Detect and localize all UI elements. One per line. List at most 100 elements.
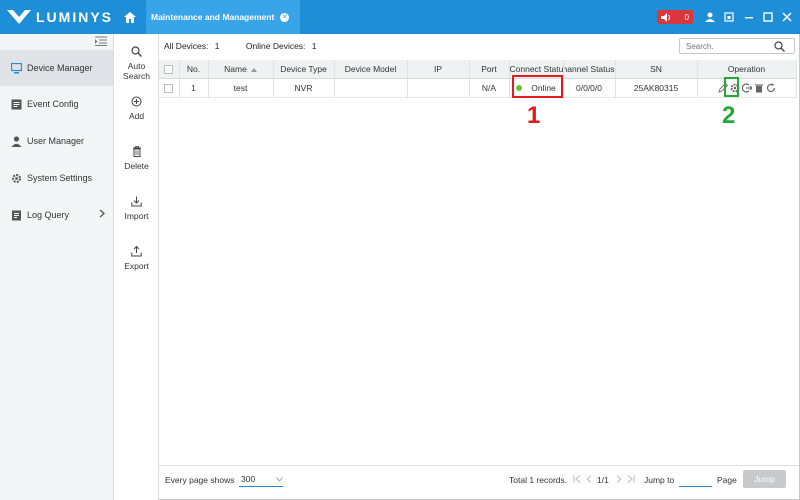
maximize-icon [763, 12, 773, 22]
tab-close-icon[interactable]: ✕ [280, 12, 290, 22]
close-icon [782, 12, 792, 22]
add-button[interactable]: Add [114, 94, 159, 121]
device-counts: All Devices: 1 Online Devices: 1 [164, 41, 321, 51]
collapse-menu-icon[interactable] [95, 36, 107, 46]
event-config-icon [11, 99, 21, 109]
column-header-channel-status: Channel Status [563, 60, 616, 79]
sidebar-item-label: Event Config [27, 99, 79, 109]
select-all-checkbox[interactable] [164, 64, 174, 74]
auto-search-button[interactable]: Auto Search [114, 44, 159, 81]
sidebar-item-event-config[interactable]: Event Config [0, 86, 113, 122]
next-page-button[interactable] [614, 473, 624, 485]
import-icon [131, 196, 142, 206]
tool-label: Export [124, 261, 149, 271]
cell-name: test [208, 78, 274, 98]
chevron-right-icon [616, 475, 622, 483]
tab-maintenance[interactable]: Maintenance and Management ✕ [146, 0, 300, 34]
highlight-box-connect-status [512, 75, 563, 98]
home-icon [123, 11, 136, 23]
minimize-button[interactable] [741, 9, 757, 25]
cell-device-model [334, 78, 408, 98]
first-page-button[interactable] [572, 473, 582, 485]
sidebar-item-label: Log Query [27, 210, 70, 220]
logo: LUMINYS [6, 8, 113, 26]
all-devices-value: 1 [214, 41, 220, 51]
online-devices-value: 1 [311, 41, 317, 51]
plus-circle-icon [131, 96, 142, 106]
jump-page-input[interactable] [679, 472, 712, 487]
sidebar-item-log-query[interactable]: Log Query [0, 197, 113, 233]
highlight-box-config-button [724, 77, 739, 97]
sidebar-item-label: System Settings [27, 173, 93, 183]
jump-button[interactable]: Jump [743, 470, 786, 488]
cell-operation [697, 78, 797, 98]
last-page-button[interactable] [626, 473, 636, 485]
column-header-operation: Operation [697, 60, 797, 79]
sidebar-item-system-settings[interactable]: System Settings [0, 160, 113, 196]
callout-number-2: 2 [722, 102, 736, 129]
tool-label: Auto Search [123, 61, 150, 81]
home-button[interactable] [113, 0, 146, 34]
import-button[interactable]: Import [114, 194, 159, 221]
online-devices-label: Online Devices: [245, 41, 306, 51]
sort-ascending-icon[interactable] [250, 67, 257, 72]
search-icon [131, 45, 142, 57]
page-size-label: Every page shows [165, 475, 235, 485]
row-checkbox[interactable] [164, 83, 174, 93]
user-icon [11, 135, 21, 147]
column-header-ip: IP [407, 60, 470, 79]
table-row[interactable]: 1 test NVR N/A Online 0/0/0/0 25AK80315 [159, 78, 797, 98]
delete-button[interactable]: Delete [114, 144, 159, 171]
row-select-cell[interactable] [159, 78, 180, 98]
user-icon [705, 12, 715, 22]
maximize-button[interactable] [760, 9, 776, 25]
chevron-down-icon [276, 476, 283, 482]
column-header-label: Name [224, 63, 247, 74]
pagination-bar: Every page shows 300 Total 1 records. 1/… [159, 465, 799, 492]
last-page-icon [627, 475, 635, 483]
sidebar-item-label: User Manager [27, 136, 85, 146]
export-button[interactable]: Export [114, 244, 159, 271]
device-table: No. Name Device Type Device Model IP Por… [159, 60, 797, 98]
lock-button[interactable] [721, 9, 737, 25]
search-input[interactable] [680, 41, 772, 51]
sidebar: Device Manager Event Config User Manager… [0, 34, 114, 500]
alarm-badge[interactable]: 0 [657, 10, 693, 24]
trash-icon [754, 83, 763, 92]
search-button[interactable] [772, 39, 786, 53]
trash-icon [132, 145, 141, 157]
sidebar-item-device-manager[interactable]: Device Manager [0, 50, 113, 86]
device-manager-icon [10, 62, 22, 73]
sidebar-item-user-manager[interactable]: User Manager [0, 123, 113, 159]
user-account-button[interactable] [702, 9, 718, 25]
chevron-left-icon [586, 475, 592, 483]
tab-label: Maintenance and Management [151, 12, 275, 22]
column-header-name[interactable]: Name [208, 60, 274, 79]
close-button[interactable] [779, 9, 795, 25]
prev-page-button[interactable] [584, 473, 594, 485]
luminys-logo-icon [7, 10, 31, 24]
search-box [679, 38, 795, 54]
delete-row-button[interactable] [753, 82, 764, 94]
title-bar: LUMINYS Maintenance and Management ✕ 0 [0, 0, 800, 34]
all-devices-label: All Devices: [164, 41, 209, 51]
chevron-right-icon [99, 209, 105, 218]
select-all-cell[interactable] [159, 60, 180, 79]
refresh-button[interactable] [765, 82, 776, 94]
lock-icon [724, 12, 734, 22]
cell-channel-status: 0/0/0/0 [563, 78, 616, 98]
alarm-count: 0 [684, 12, 689, 22]
logout-icon [741, 82, 752, 93]
column-header-device-type: Device Type [273, 60, 335, 79]
table-header-row: No. Name Device Type Device Model IP Por… [159, 60, 797, 79]
refresh-icon [766, 82, 775, 92]
page-label: Page [717, 475, 737, 485]
page-size-select[interactable]: 300 [239, 472, 283, 487]
page-indicator: 1/1 [597, 475, 609, 485]
cell-ip [407, 78, 470, 98]
logout-button[interactable] [741, 82, 752, 94]
callout-number-1: 1 [527, 102, 541, 129]
column-header-device-model: Device Model [334, 60, 408, 79]
logo-text: LUMINYS [36, 9, 113, 25]
cell-sn: 25AK80315 [615, 78, 698, 98]
